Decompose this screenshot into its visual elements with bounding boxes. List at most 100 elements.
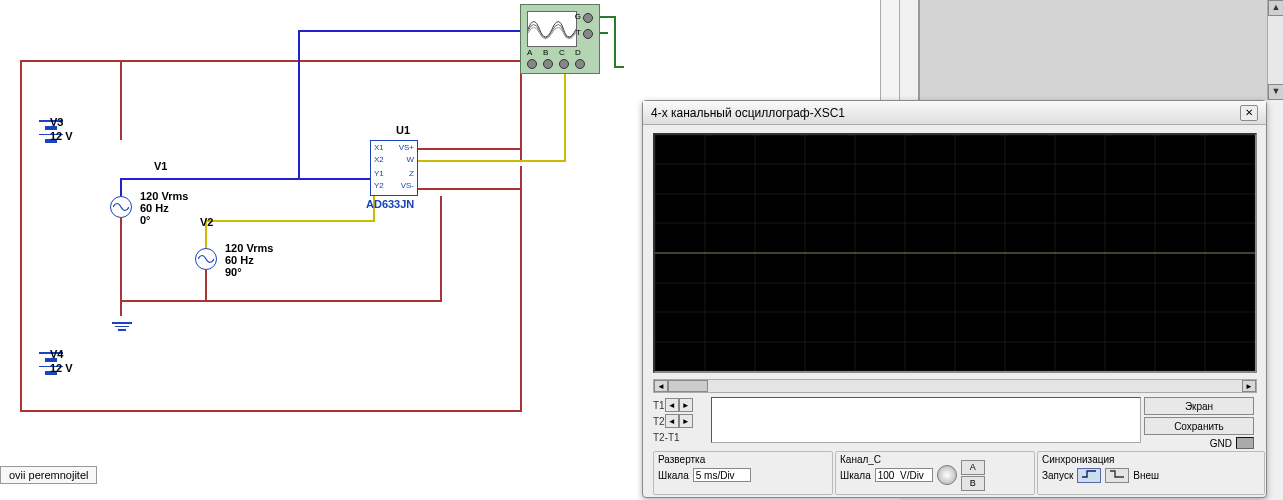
wire	[440, 196, 442, 302]
wire	[205, 270, 207, 300]
trigger-title: Синхронизация	[1042, 454, 1260, 465]
gnd-label: GND	[1210, 438, 1232, 449]
label-u1-part: AD633JN	[366, 198, 414, 210]
channel-c-group: Канал_C Шкала A B	[835, 451, 1035, 495]
oscilloscope-instrument-xsc1[interactable]: G T A B C D	[520, 4, 600, 74]
cursor-dt-label: T2-T1	[653, 432, 680, 443]
t1-left-button[interactable]: ◄	[665, 398, 679, 412]
wire	[520, 60, 522, 160]
scrollbar-vertical[interactable]: ▲ ▼	[1267, 0, 1283, 100]
channel-knob-icon[interactable]	[937, 465, 957, 485]
trigger-launch-label: Запуск	[1042, 470, 1073, 481]
pin-y1: Y1	[374, 169, 384, 178]
wire-scope-g	[614, 16, 616, 68]
ac-source-v1[interactable]	[110, 196, 132, 218]
scroll-left-icon[interactable]: ◄	[654, 380, 668, 392]
wire-scope-g	[614, 66, 624, 68]
wire	[120, 218, 122, 300]
ic-ad633[interactable]: X1 X2 Y1 Y2 VS+ W Z VS-	[370, 140, 418, 196]
sheet-tab[interactable]: ovii peremnojitel	[0, 466, 97, 484]
timebase-scale-input[interactable]	[693, 468, 751, 482]
trigger-ext-label: Внеш	[1133, 470, 1159, 481]
t2-right-button[interactable]: ►	[679, 414, 693, 428]
scroll-thumb[interactable]	[668, 380, 708, 392]
cursor-t1-label: T1	[653, 400, 665, 411]
oscilloscope-plot[interactable]	[653, 133, 1257, 373]
wire	[20, 60, 520, 62]
timebase-scale-label: Шкала	[658, 470, 689, 481]
wire-channel-a	[120, 178, 370, 180]
label-v1-phase: 0°	[140, 214, 151, 226]
scope-port-t-label: T	[576, 28, 581, 37]
trigger-group: Синхронизация Запуск Внеш	[1037, 451, 1265, 495]
wire-channel-a	[120, 178, 122, 196]
pin-vsp: VS+	[399, 143, 414, 152]
falling-edge-icon	[1108, 469, 1126, 479]
scope-port-t[interactable]	[583, 29, 593, 39]
wire	[120, 300, 440, 302]
cursor-readout	[711, 397, 1141, 443]
screen-button[interactable]: Экран	[1144, 397, 1254, 415]
timebase-title: Развертка	[658, 454, 828, 465]
wire-channel-a	[298, 30, 532, 32]
wire-channel-b	[205, 220, 375, 222]
ac-source-v2[interactable]	[195, 248, 217, 270]
wire	[120, 300, 122, 316]
oscilloscope-title-text: 4-х канальный осциллограф-XSC1	[651, 106, 845, 120]
wire	[418, 148, 522, 150]
label-v3-name: V3	[50, 116, 63, 128]
wire	[20, 60, 22, 412]
wire	[520, 166, 522, 412]
pin-w: W	[406, 155, 414, 164]
wire	[120, 60, 122, 140]
scope-port-d-label: D	[575, 48, 581, 57]
scroll-right-icon[interactable]: ►	[1242, 380, 1256, 392]
trigger-edge-fall-button[interactable]	[1105, 468, 1129, 483]
label-v4-value: 12 V	[50, 362, 73, 374]
scope-port-a-label: A	[527, 48, 532, 57]
scope-port-c-label: C	[559, 48, 565, 57]
t2-left-button[interactable]: ◄	[665, 414, 679, 428]
cursor-controls: T1 ◄► T2 ◄► T2-T1	[653, 397, 693, 447]
label-v2-vrms: 120 Vrms	[225, 242, 273, 254]
ruler-vertical	[880, 0, 900, 100]
wire-channel-c	[564, 62, 566, 162]
close-icon[interactable]: ✕	[1240, 105, 1258, 121]
scope-port-b-label: B	[543, 48, 548, 57]
channel-c-title: Канал_C	[840, 454, 1030, 465]
scope-port-c[interactable]	[559, 59, 569, 69]
label-v4-name: V4	[50, 348, 63, 360]
wire	[20, 410, 520, 412]
pin-y2: Y2	[374, 181, 384, 190]
pin-x1: X1	[374, 143, 384, 152]
oscilloscope-window[interactable]: 4-х канальный осциллограф-XSC1 ✕	[642, 100, 1267, 498]
scroll-down-icon[interactable]: ▼	[1268, 84, 1283, 100]
channel-c-scale-input[interactable]	[875, 468, 933, 482]
timebase-group: Развертка Шкала	[653, 451, 833, 495]
ground-symbol	[110, 320, 134, 333]
channel-a-button[interactable]: A	[961, 460, 985, 475]
trigger-edge-rise-button[interactable]	[1077, 468, 1101, 483]
wire-channel-c	[418, 160, 566, 162]
pin-x2: X2	[374, 155, 384, 164]
t1-right-button[interactable]: ►	[679, 398, 693, 412]
label-v2-phase: 90°	[225, 266, 242, 278]
oscilloscope-hscroll[interactable]: ◄ ►	[653, 379, 1257, 393]
scope-port-g[interactable]	[583, 13, 593, 23]
right-panel	[918, 0, 1283, 100]
channel-b-button[interactable]: B	[961, 476, 985, 491]
pin-vsn: VS-	[401, 181, 414, 190]
label-v2-name: V2	[200, 216, 213, 228]
scroll-up-icon[interactable]: ▲	[1268, 0, 1283, 16]
pin-z: Z	[409, 169, 414, 178]
gnd-color-box[interactable]	[1236, 437, 1254, 449]
scope-port-b[interactable]	[543, 59, 553, 69]
save-button[interactable]: Сохранить	[1144, 417, 1254, 435]
scope-port-a[interactable]	[527, 59, 537, 69]
label-v3-value: 12 V	[50, 130, 73, 142]
oscilloscope-titlebar[interactable]: 4-х канальный осциллограф-XSC1 ✕	[643, 101, 1266, 125]
label-u1-name: U1	[396, 124, 410, 136]
label-v2-freq: 60 Hz	[225, 254, 254, 266]
rising-edge-icon	[1080, 469, 1098, 479]
scope-port-d[interactable]	[575, 59, 585, 69]
